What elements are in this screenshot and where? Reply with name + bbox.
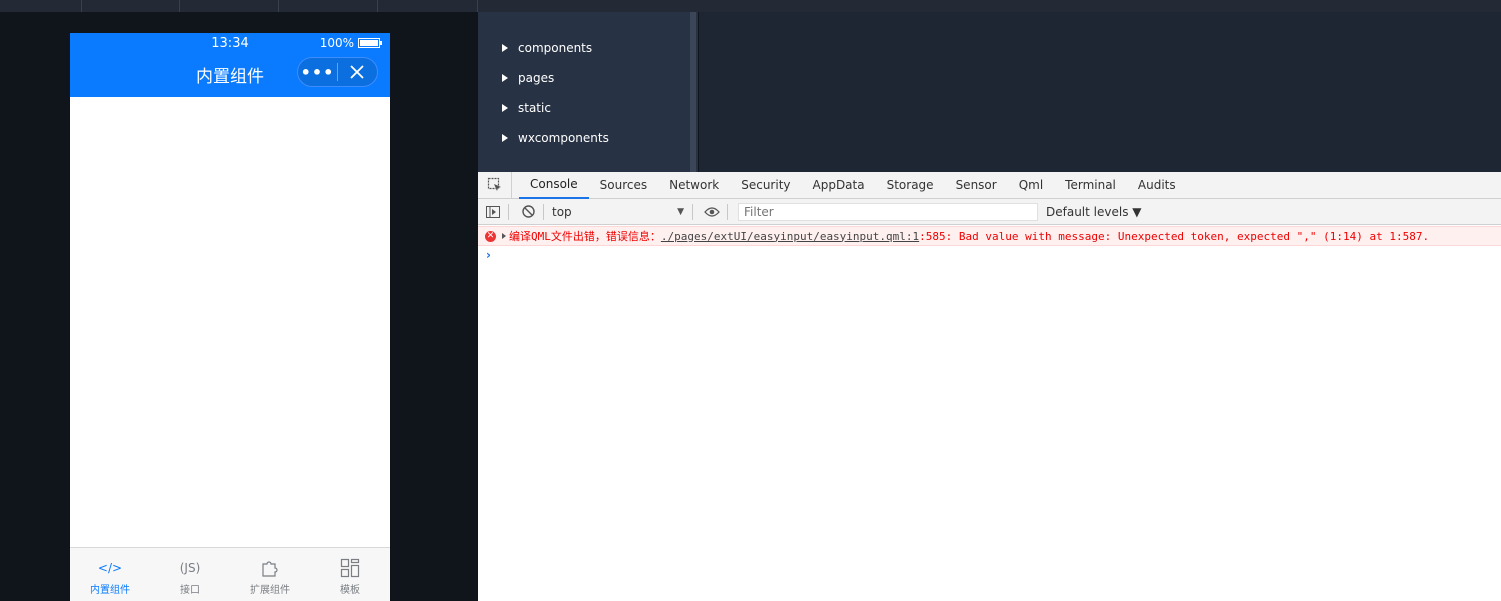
tab-terminal[interactable]: Terminal bbox=[1054, 172, 1127, 199]
tree-folder-components[interactable]: components bbox=[502, 41, 592, 55]
tab-security[interactable]: Security bbox=[730, 172, 801, 199]
tab-api[interactable]: (JS) 接口 bbox=[150, 548, 230, 601]
tree-folder-pages[interactable]: pages bbox=[502, 71, 554, 85]
error-icon: ✕ bbox=[485, 230, 496, 242]
tree-folder-static[interactable]: static bbox=[502, 101, 551, 115]
tab-label: 模板 bbox=[340, 585, 360, 596]
dropdown-arrow-icon: ▼ bbox=[677, 206, 684, 217]
code-icon: </> bbox=[97, 561, 123, 575]
tab-builtin-components[interactable]: </> 内置组件 bbox=[70, 548, 150, 601]
context-selector[interactable]: top ▼ bbox=[548, 205, 688, 219]
block-icon bbox=[521, 205, 535, 218]
tab-appdata[interactable]: AppData bbox=[802, 172, 876, 199]
file-tree: components pages static wxcomponents bbox=[478, 12, 698, 172]
js-icon: (JS) bbox=[179, 561, 201, 575]
console-toolbar: top ▼ Default levels ▼ bbox=[478, 199, 1501, 225]
battery-status: 100% bbox=[319, 36, 382, 50]
battery-percent: 100% bbox=[319, 36, 354, 50]
error-detail: :585: Bad value with message: Unexpected… bbox=[919, 229, 1430, 243]
tree-folder-label: pages bbox=[518, 71, 555, 85]
tab-console[interactable]: Console bbox=[519, 172, 589, 199]
editor-area[interactable] bbox=[698, 12, 1501, 172]
tab-label: 内置组件 bbox=[90, 585, 130, 596]
expand-arrow-icon[interactable] bbox=[502, 44, 508, 52]
tree-folder-label: wxcomponents bbox=[518, 131, 609, 145]
console-prompt[interactable]: › bbox=[486, 248, 491, 262]
tree-folder-label: static bbox=[518, 101, 551, 115]
eye-icon bbox=[704, 206, 720, 217]
tab-audits[interactable]: Audits bbox=[1127, 172, 1187, 199]
toolbar-divider bbox=[727, 203, 728, 220]
inspect-cursor-icon bbox=[487, 177, 501, 191]
error-prefix: 编译QML文件出错，错误信息： bbox=[509, 230, 661, 243]
tab-storage[interactable]: Storage bbox=[876, 172, 945, 199]
expand-arrow-icon[interactable] bbox=[502, 104, 508, 112]
close-button[interactable] bbox=[338, 58, 377, 86]
console-error-message: ✕ 编译QML文件出错，错误信息： ./pages/extUI/easyinpu… bbox=[478, 226, 1501, 246]
tree-folder-wxcomponents[interactable]: wxcomponents bbox=[502, 131, 609, 145]
simulator-phone: 13:34 100% 内置组件 ••• </> 内置组件 (JS) 接口 扩展组… bbox=[70, 33, 390, 601]
toolbar-segment[interactable] bbox=[180, 0, 279, 12]
tab-templates[interactable]: 模板 bbox=[310, 548, 390, 601]
toolbar-segment[interactable] bbox=[82, 0, 180, 12]
navigation-bar: 13:34 100% 内置组件 ••• bbox=[70, 33, 390, 97]
tree-scrollbar[interactable] bbox=[690, 12, 696, 172]
tab-qml[interactable]: Qml bbox=[1008, 172, 1054, 199]
sidebar-toggle-icon bbox=[486, 205, 500, 218]
log-levels-dropdown[interactable]: Default levels ▼ bbox=[1046, 205, 1142, 219]
puzzle-icon bbox=[262, 561, 278, 577]
error-source-link[interactable]: ./pages/extUI/easyinput/easyinput.qml:1 bbox=[661, 230, 919, 243]
top-toolbar-strip bbox=[0, 0, 1501, 12]
context-value: top bbox=[552, 204, 572, 219]
expand-arrow-icon[interactable] bbox=[502, 74, 508, 82]
capsule-button: ••• bbox=[297, 57, 378, 87]
filter-input[interactable] bbox=[738, 202, 1038, 221]
expand-arrow-icon[interactable] bbox=[502, 233, 506, 239]
tab-extended-components[interactable]: 扩展组件 bbox=[230, 548, 310, 601]
tab-network[interactable]: Network bbox=[658, 172, 730, 199]
close-icon bbox=[350, 65, 365, 79]
clear-console-button[interactable] bbox=[517, 199, 539, 225]
toolbar-segment[interactable] bbox=[0, 0, 82, 12]
expand-arrow-icon[interactable] bbox=[502, 134, 508, 142]
devtools-panel: Console Sources Network Security AppData… bbox=[478, 171, 1501, 601]
more-menu-button[interactable]: ••• bbox=[298, 58, 337, 86]
battery-icon bbox=[358, 38, 382, 48]
tab-sensor[interactable]: Sensor bbox=[945, 172, 1008, 199]
tab-label: 接口 bbox=[180, 585, 200, 596]
toggle-sidebar-button[interactable] bbox=[482, 199, 504, 225]
toolbar-divider bbox=[543, 203, 544, 220]
toolbar-divider bbox=[508, 203, 509, 220]
toolbar-segment[interactable] bbox=[279, 0, 378, 12]
template-icon bbox=[340, 558, 360, 578]
live-expression-button[interactable] bbox=[701, 199, 723, 225]
toolbar-segment[interactable] bbox=[378, 0, 478, 12]
toolbar-divider bbox=[692, 203, 693, 220]
tree-folder-label: components bbox=[518, 41, 593, 55]
inspect-element-button[interactable] bbox=[478, 171, 512, 199]
tab-bar: </> 内置组件 (JS) 接口 扩展组件 模板 bbox=[70, 547, 390, 601]
tab-label: 扩展组件 bbox=[250, 585, 290, 596]
devtools-tab-bar: Console Sources Network Security AppData… bbox=[478, 171, 1501, 199]
tab-sources[interactable]: Sources bbox=[589, 172, 658, 199]
